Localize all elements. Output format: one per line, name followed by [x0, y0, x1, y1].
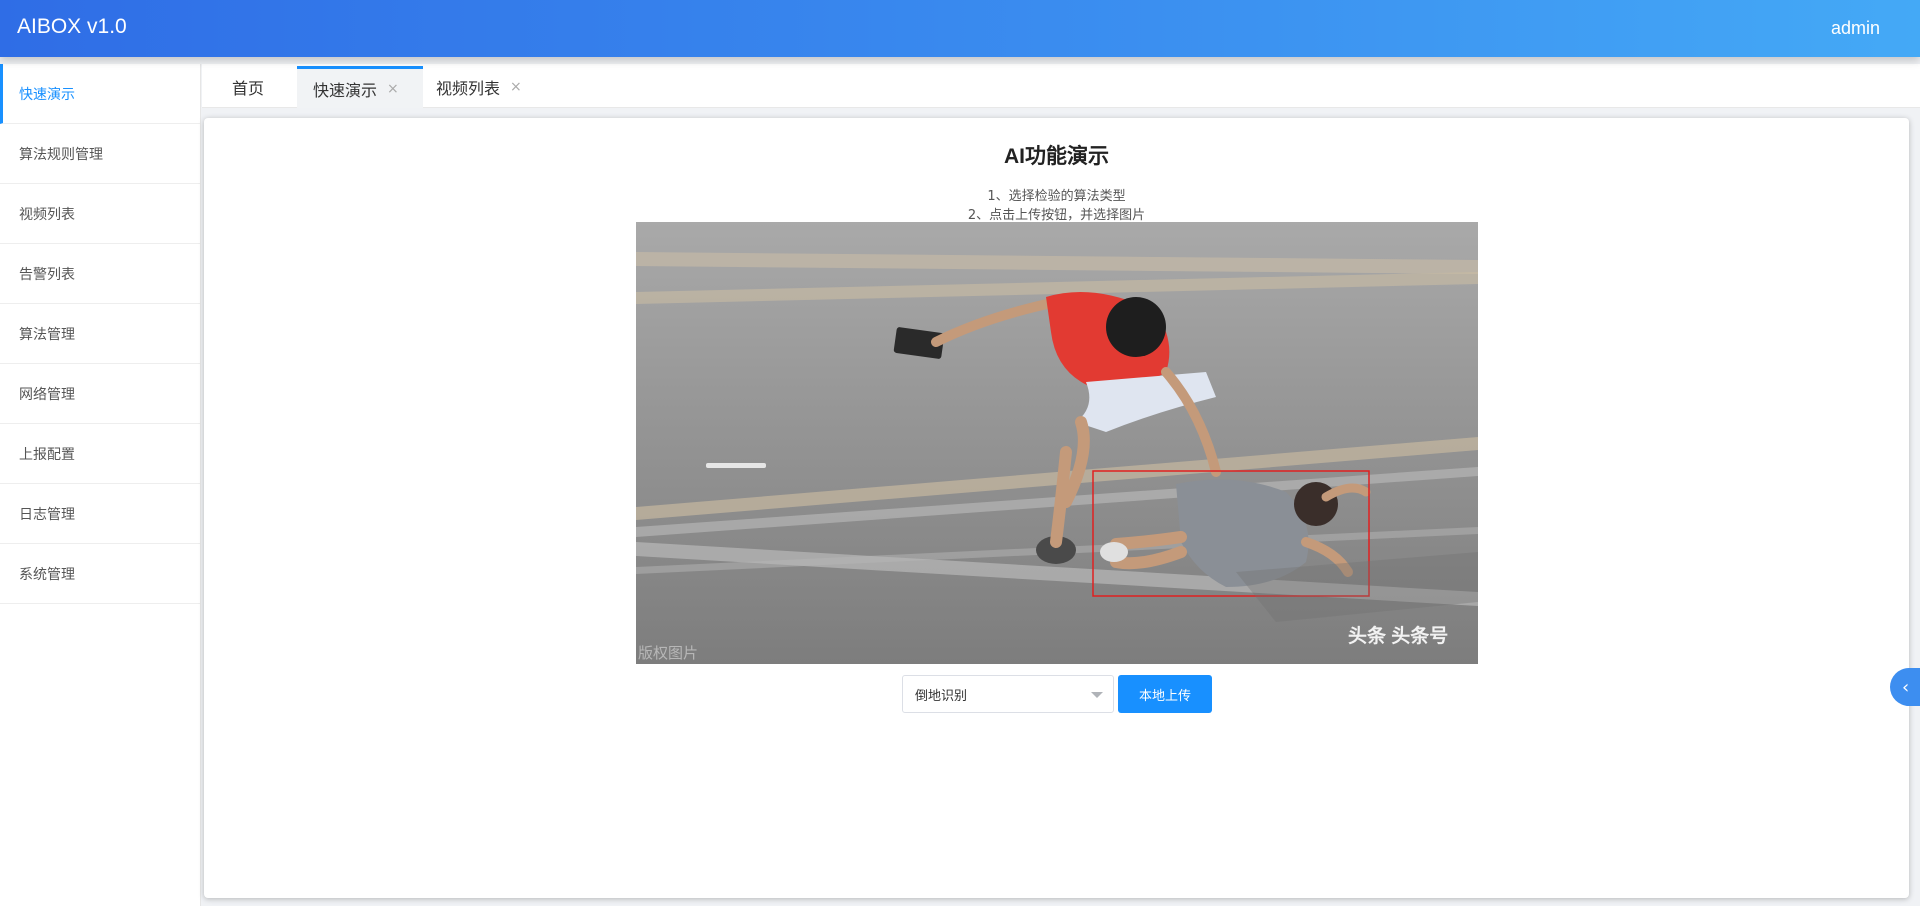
- sidebar-item-label: 算法规则管理: [19, 146, 103, 163]
- demo-panel: AI功能演示 1、选择检验的算法类型 2、点击上传按钮，并选择图片 版权图片 头…: [204, 118, 1909, 898]
- tab-label: 快速演示: [313, 80, 378, 100]
- page-title: AI功能演示: [1004, 145, 1109, 168]
- tab-quick-demo[interactable]: 快速演示 ×: [297, 66, 423, 108]
- watermark-left: 版权图片: [638, 645, 698, 662]
- chevron-left-icon[interactable]: ‹: [1890, 668, 1920, 706]
- close-icon[interactable]: ×: [510, 79, 522, 95]
- tab-label: 首页: [232, 79, 265, 98]
- sidebar: 快速演示 算法规则管理 视频列表 告警列表 算法管理 网络管理 上报配置 日志管…: [0, 64, 201, 906]
- sidebar-item-label: 告警列表: [19, 266, 75, 283]
- sidebar-item-label: 上报配置: [19, 446, 75, 463]
- sidebar-item-log-management[interactable]: 日志管理: [0, 484, 200, 544]
- instruction-step-2: 2、点击上传按钮，并选择图片: [967, 208, 1146, 223]
- sidebar-item-alarm-list[interactable]: 告警列表: [0, 244, 200, 304]
- algorithm-select-value: 倒地识别: [915, 688, 968, 704]
- app-title: AIBOX v1.0: [17, 15, 127, 38]
- tab-label: 视频列表: [436, 79, 501, 98]
- upload-button[interactable]: 本地上传: [1118, 675, 1212, 713]
- sidebar-item-system-management[interactable]: 系统管理: [0, 544, 200, 604]
- sidebar-item-label: 网络管理: [19, 386, 75, 403]
- sidebar-item-network-management[interactable]: 网络管理: [0, 364, 200, 424]
- sidebar-item-label: 系统管理: [19, 566, 75, 583]
- sidebar-item-report-config[interactable]: 上报配置: [0, 424, 200, 484]
- preview-image: 版权图片 头条 头条号: [636, 222, 1478, 664]
- instruction-step-1: 1、选择检验的算法类型: [987, 189, 1126, 204]
- tab-video-list[interactable]: 视频列表 ×: [436, 66, 522, 108]
- sidebar-item-label: 视频列表: [19, 206, 75, 223]
- sidebar-item-algorithm-management[interactable]: 算法管理: [0, 304, 200, 364]
- chevron-down-icon: [1091, 692, 1103, 698]
- sidebar-item-label: 算法管理: [19, 326, 75, 343]
- sidebar-item-label: 日志管理: [19, 506, 75, 523]
- sidebar-item-algorithm-rules[interactable]: 算法规则管理: [0, 124, 200, 184]
- watermark-right: 头条 头条号: [1348, 624, 1448, 647]
- close-icon[interactable]: ×: [387, 81, 399, 97]
- sidebar-item-label: 快速演示: [19, 86, 75, 103]
- algorithm-select[interactable]: 倒地识别: [902, 675, 1114, 713]
- user-menu[interactable]: admin: [1831, 18, 1880, 39]
- top-header: AIBOX v1.0 admin: [0, 0, 1920, 57]
- tab-home[interactable]: 首页: [232, 66, 264, 108]
- sidebar-item-quick-demo[interactable]: 快速演示: [0, 64, 200, 124]
- sidebar-item-video-list[interactable]: 视频列表: [0, 184, 200, 244]
- tabs-bar: 首页 快速演示 × 视频列表 ×: [202, 64, 1920, 108]
